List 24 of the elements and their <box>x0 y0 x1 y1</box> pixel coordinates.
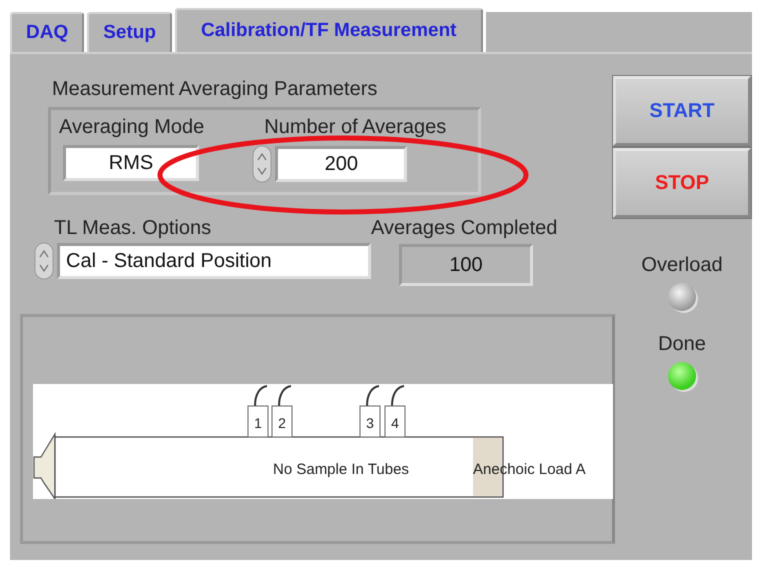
speaker-icon <box>33 432 56 499</box>
sensor-number: 3 <box>366 415 374 431</box>
options-field[interactable]: Cal - Standard Position <box>57 243 371 279</box>
sensor-number: 2 <box>278 415 286 431</box>
group-title: Measurement Averaging Parameters <box>52 78 378 101</box>
spinner-arrows[interactable] <box>252 145 272 183</box>
tab[interactable]: Calibration/TF Measurement <box>175 8 483 52</box>
field-label: Number of Averages <box>264 116 446 139</box>
completed-indicator: 100 <box>399 244 533 286</box>
tab[interactable]: Setup <box>87 12 172 52</box>
start-button[interactable]: START <box>613 76 751 146</box>
sensor-number: 4 <box>391 415 399 431</box>
mode-field[interactable]: RMS <box>63 145 199 181</box>
field-label: Averages Completed <box>371 217 558 240</box>
tube-label: No Sample In Tubes <box>273 461 409 478</box>
indicator-label: Done <box>658 333 706 356</box>
tab[interactable]: DAQ <box>10 12 84 52</box>
field-label: TL Meas. Options <box>54 217 212 240</box>
field-label: Averaging Mode <box>59 116 204 139</box>
stop-button[interactable]: STOP <box>613 148 751 218</box>
indicator-label: Overload <box>641 254 723 277</box>
count-field[interactable]: 200 <box>275 146 408 182</box>
spinner-arrows[interactable] <box>34 242 54 280</box>
sensor-number: 1 <box>254 415 262 431</box>
